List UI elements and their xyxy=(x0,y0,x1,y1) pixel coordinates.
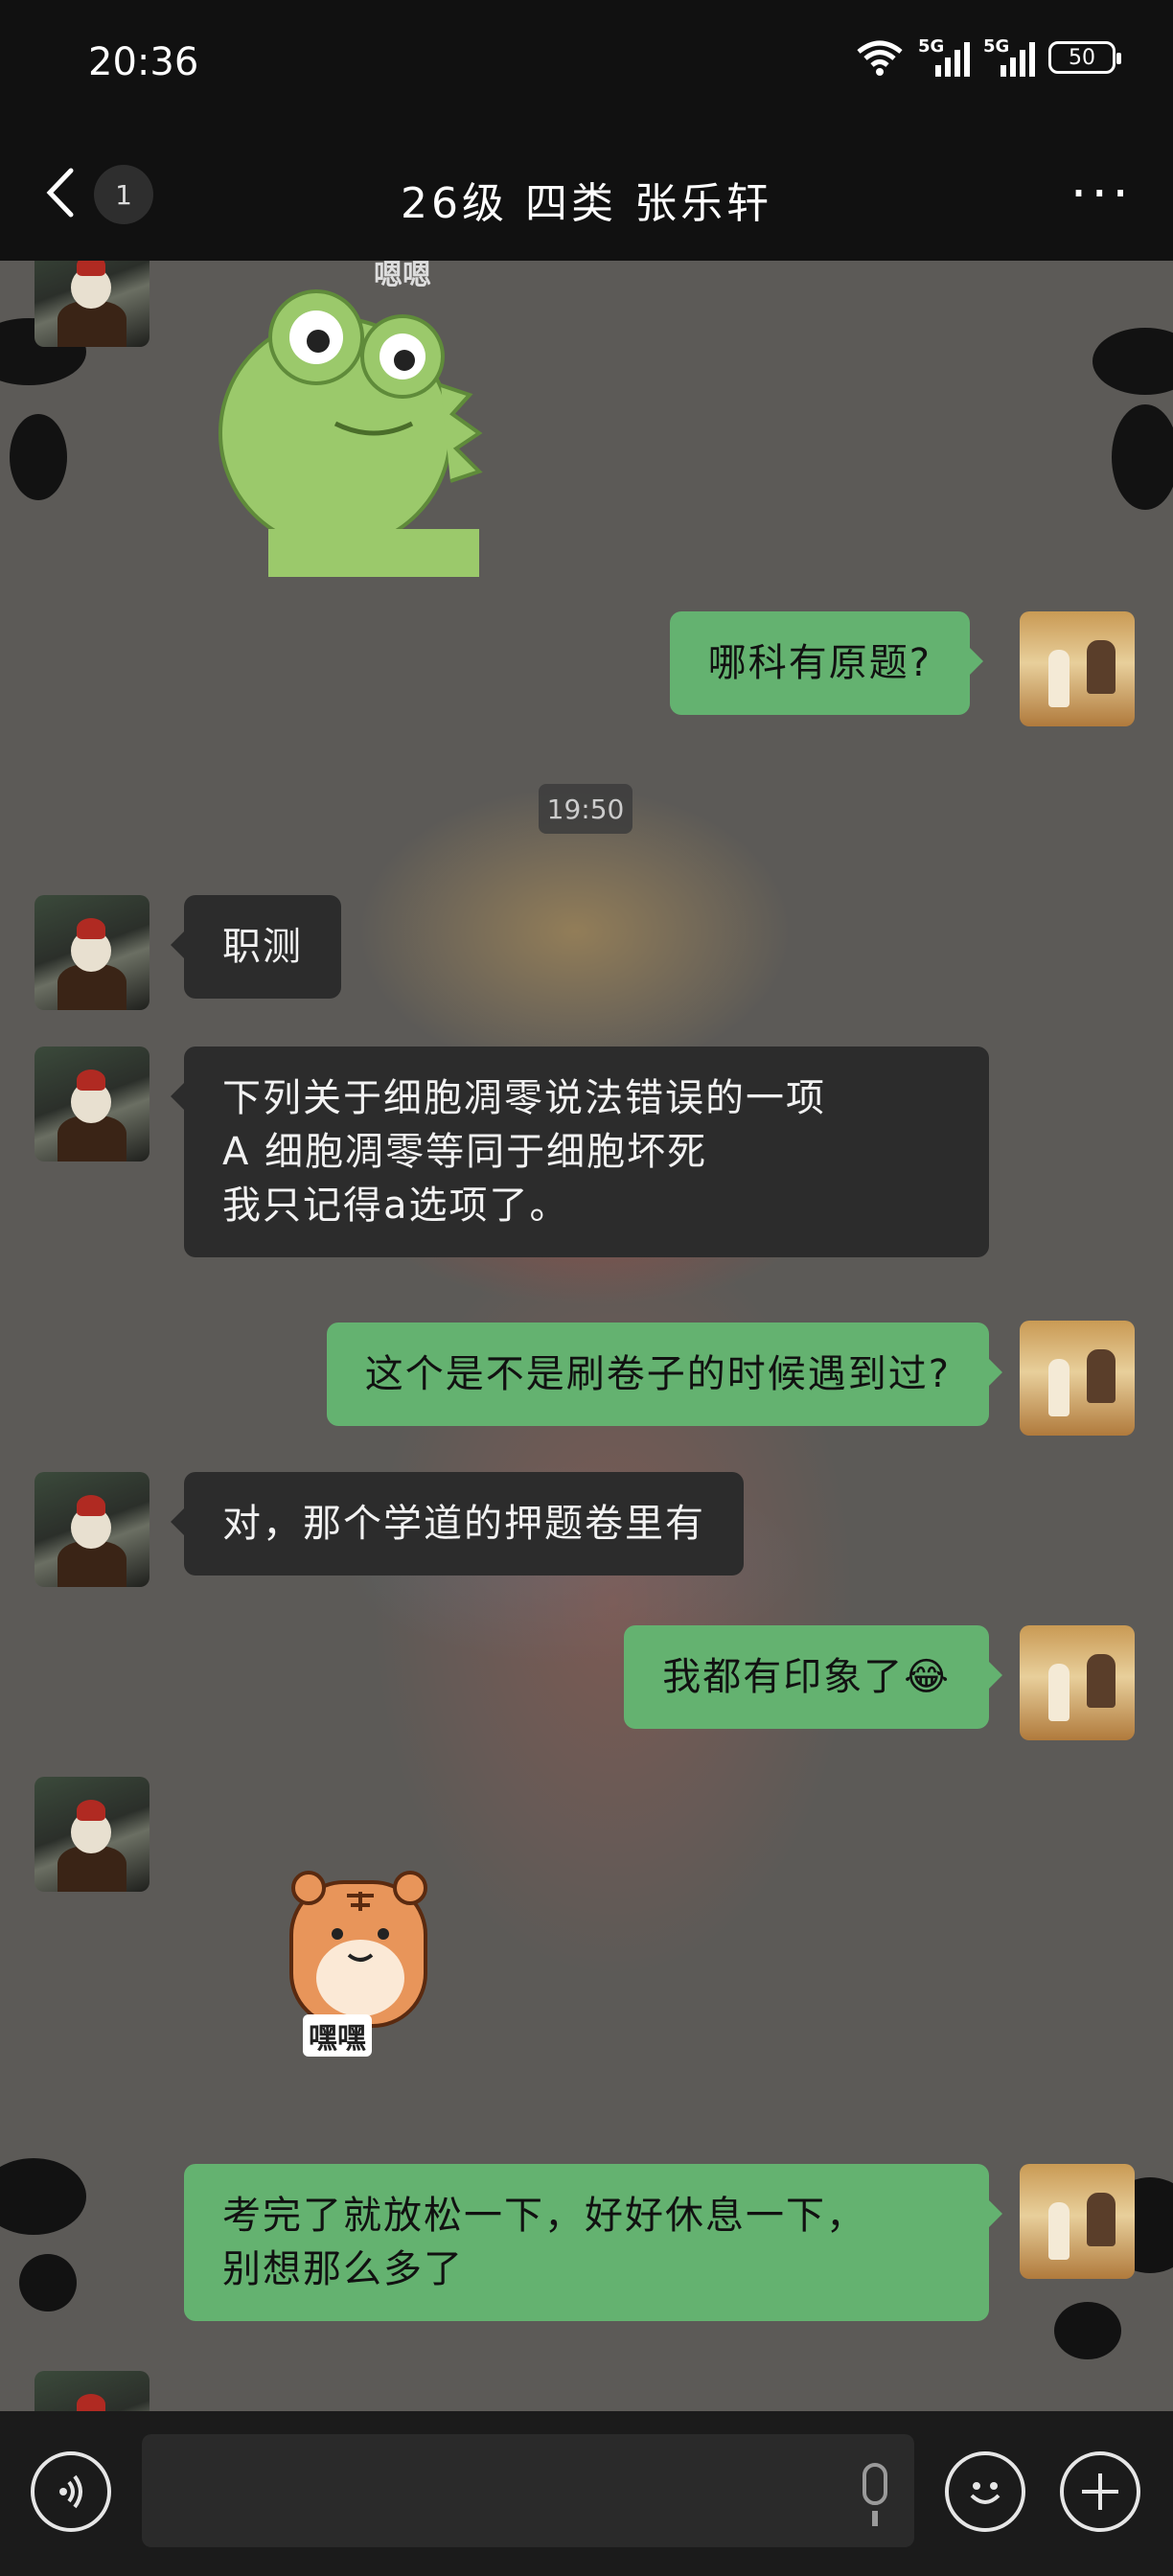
my-avatar[interactable] xyxy=(1020,1321,1135,1436)
sent-message[interactable]: 考完了就放松一下，好好休息一下， 别想那么多了 xyxy=(184,2164,1002,2321)
frog-sticker-image xyxy=(218,289,483,577)
more-button[interactable]: ··· xyxy=(1070,163,1133,225)
timestamp: 19:50 xyxy=(539,784,632,834)
wallpaper-blot xyxy=(1112,404,1173,510)
contact-avatar[interactable] xyxy=(34,2371,150,2411)
wallpaper-blot xyxy=(1092,328,1173,395)
voice-icon xyxy=(59,2474,82,2509)
sticker-caption: 嗯嗯 xyxy=(374,261,431,292)
signal-icon-sim2: 5G xyxy=(983,36,1035,77)
wallpaper-blot xyxy=(19,2254,77,2312)
wallpaper-blot xyxy=(10,414,67,500)
voice-button[interactable] xyxy=(31,2451,111,2532)
clock: 20:36 xyxy=(88,40,199,84)
contact-avatar[interactable] xyxy=(34,1777,150,1892)
plus-icon xyxy=(1082,2473,1118,2510)
sent-message[interactable]: 哪科有原题? xyxy=(669,611,984,715)
battery-icon: 50 xyxy=(1048,41,1121,74)
plus-button[interactable] xyxy=(1060,2451,1140,2532)
contact-avatar[interactable] xyxy=(34,261,150,347)
message-input[interactable] xyxy=(142,2434,914,2547)
tiger-sticker[interactable]: 嘿嘿 xyxy=(270,1863,452,2057)
contact-avatar[interactable] xyxy=(34,1046,150,1162)
contact-avatar[interactable] xyxy=(34,1472,150,1587)
frog-sticker[interactable]: 嗯嗯 xyxy=(192,261,527,577)
emoji-button[interactable] xyxy=(945,2451,1025,2532)
emoji-icon xyxy=(970,2482,1000,2504)
signal-icon-sim1: 5G xyxy=(918,36,970,77)
sticker-caption: 嘿嘿 xyxy=(303,2014,372,2057)
status-bar: 20:36 5G 5G 50 xyxy=(0,0,1173,134)
mic-icon[interactable] xyxy=(862,2463,887,2526)
received-message[interactable]: 下列关于细胞凋零说法错误的一项 A 细胞凋零等同于细胞坏死 我只记得a选项了。 xyxy=(171,1046,989,1257)
input-bar xyxy=(0,2411,1173,2576)
my-avatar[interactable] xyxy=(1020,1625,1135,1740)
my-avatar[interactable] xyxy=(1020,611,1135,726)
received-message[interactable]: 对，那个学道的押题卷里有 xyxy=(171,1472,744,1576)
sent-message[interactable]: 我都有印象了😂 xyxy=(624,1625,1002,1729)
wifi-icon xyxy=(857,40,903,76)
sent-message[interactable]: 这个是不是刷卷子的时候遇到过? xyxy=(326,1322,1003,1426)
more-dots-icon: ··· xyxy=(1070,163,1133,225)
chat-header: 1 26级 四类 张乐轩 ··· xyxy=(0,134,1173,261)
received-message[interactable]: 职测 xyxy=(171,895,341,999)
wallpaper-blot xyxy=(0,2158,86,2235)
status-icons: 5G 5G 50 xyxy=(855,36,1121,77)
my-avatar[interactable] xyxy=(1020,2164,1135,2279)
contact-avatar[interactable] xyxy=(34,895,150,1010)
chat-area[interactable]: 嗯嗯 哪科有原题? 19:50 职测 下列关于细胞凋零说法错误的一项 A 细胞凋… xyxy=(0,261,1173,2411)
wallpaper-blot xyxy=(1054,2302,1121,2359)
chat-title: 26级 四类 张乐轩 xyxy=(401,179,772,228)
